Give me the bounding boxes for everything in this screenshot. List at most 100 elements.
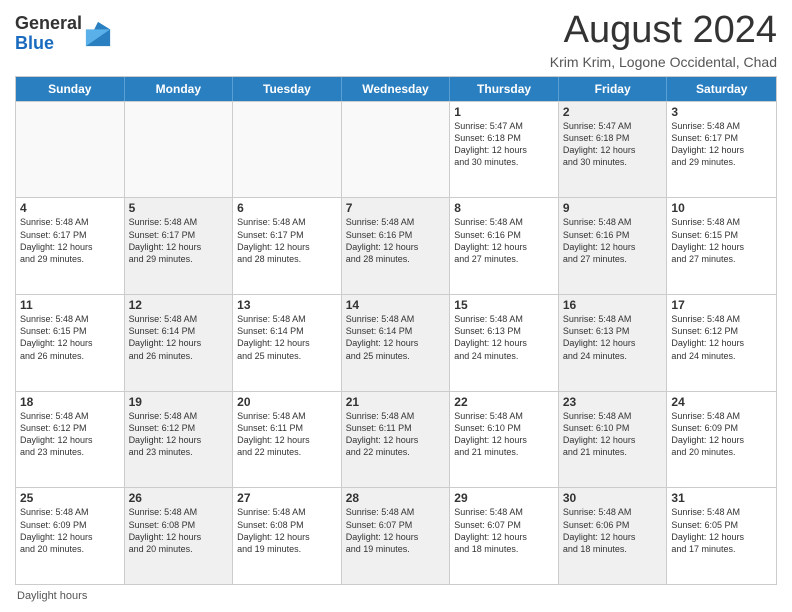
table-row: 14Sunrise: 5:48 AM Sunset: 6:14 PM Dayli… — [342, 295, 451, 391]
logo-general: General — [15, 13, 82, 33]
calendar-header: SundayMondayTuesdayWednesdayThursdayFrid… — [16, 77, 776, 101]
table-row: 23Sunrise: 5:48 AM Sunset: 6:10 PM Dayli… — [559, 392, 668, 488]
table-row: 2Sunrise: 5:47 AM Sunset: 6:18 PM Daylig… — [559, 102, 668, 198]
table-row — [342, 102, 451, 198]
footer: Daylight hours — [15, 590, 777, 602]
table-row: 19Sunrise: 5:48 AM Sunset: 6:12 PM Dayli… — [125, 392, 234, 488]
day-number: 3 — [671, 105, 772, 119]
table-row: 29Sunrise: 5:48 AM Sunset: 6:07 PM Dayli… — [450, 488, 559, 584]
location-title: Krim Krim, Logone Occidental, Chad — [550, 54, 777, 70]
day-info: Sunrise: 5:48 AM Sunset: 6:08 PM Dayligh… — [129, 506, 229, 555]
table-row: 18Sunrise: 5:48 AM Sunset: 6:12 PM Dayli… — [16, 392, 125, 488]
day-number: 17 — [671, 298, 772, 312]
calendar: SundayMondayTuesdayWednesdayThursdayFrid… — [15, 76, 777, 585]
table-row: 7Sunrise: 5:48 AM Sunset: 6:16 PM Daylig… — [342, 198, 451, 294]
table-row: 10Sunrise: 5:48 AM Sunset: 6:15 PM Dayli… — [667, 198, 776, 294]
day-number: 5 — [129, 201, 229, 215]
day-info: Sunrise: 5:48 AM Sunset: 6:12 PM Dayligh… — [20, 410, 120, 459]
table-row: 5Sunrise: 5:48 AM Sunset: 6:17 PM Daylig… — [125, 198, 234, 294]
header-day-friday: Friday — [559, 77, 668, 101]
table-row: 27Sunrise: 5:48 AM Sunset: 6:08 PM Dayli… — [233, 488, 342, 584]
logo-icon — [84, 20, 112, 48]
table-row: 21Sunrise: 5:48 AM Sunset: 6:11 PM Dayli… — [342, 392, 451, 488]
header-day-wednesday: Wednesday — [342, 77, 451, 101]
table-row — [16, 102, 125, 198]
day-number: 30 — [563, 491, 663, 505]
header-day-monday: Monday — [125, 77, 234, 101]
day-info: Sunrise: 5:48 AM Sunset: 6:05 PM Dayligh… — [671, 506, 772, 555]
day-number: 19 — [129, 395, 229, 409]
day-info: Sunrise: 5:48 AM Sunset: 6:11 PM Dayligh… — [237, 410, 337, 459]
table-row: 11Sunrise: 5:48 AM Sunset: 6:15 PM Dayli… — [16, 295, 125, 391]
day-number: 15 — [454, 298, 554, 312]
table-row: 15Sunrise: 5:48 AM Sunset: 6:13 PM Dayli… — [450, 295, 559, 391]
day-number: 10 — [671, 201, 772, 215]
day-info: Sunrise: 5:48 AM Sunset: 6:17 PM Dayligh… — [20, 216, 120, 265]
day-number: 22 — [454, 395, 554, 409]
day-number: 20 — [237, 395, 337, 409]
table-row — [125, 102, 234, 198]
table-row: 30Sunrise: 5:48 AM Sunset: 6:06 PM Dayli… — [559, 488, 668, 584]
day-number: 4 — [20, 201, 120, 215]
day-number: 14 — [346, 298, 446, 312]
table-row: 26Sunrise: 5:48 AM Sunset: 6:08 PM Dayli… — [125, 488, 234, 584]
calendar-row-0: 1Sunrise: 5:47 AM Sunset: 6:18 PM Daylig… — [16, 101, 776, 198]
day-info: Sunrise: 5:48 AM Sunset: 6:12 PM Dayligh… — [671, 313, 772, 362]
logo: General Blue — [15, 14, 112, 54]
calendar-row-1: 4Sunrise: 5:48 AM Sunset: 6:17 PM Daylig… — [16, 197, 776, 294]
day-info: Sunrise: 5:48 AM Sunset: 6:10 PM Dayligh… — [454, 410, 554, 459]
day-info: Sunrise: 5:48 AM Sunset: 6:06 PM Dayligh… — [563, 506, 663, 555]
day-info: Sunrise: 5:48 AM Sunset: 6:17 PM Dayligh… — [129, 216, 229, 265]
table-row: 22Sunrise: 5:48 AM Sunset: 6:10 PM Dayli… — [450, 392, 559, 488]
table-row: 9Sunrise: 5:48 AM Sunset: 6:16 PM Daylig… — [559, 198, 668, 294]
table-row: 3Sunrise: 5:48 AM Sunset: 6:17 PM Daylig… — [667, 102, 776, 198]
title-block: August 2024 Krim Krim, Logone Occidental… — [550, 10, 777, 70]
day-number: 18 — [20, 395, 120, 409]
header-day-saturday: Saturday — [667, 77, 776, 101]
calendar-row-2: 11Sunrise: 5:48 AM Sunset: 6:15 PM Dayli… — [16, 294, 776, 391]
logo-text: General Blue — [15, 14, 82, 54]
day-info: Sunrise: 5:48 AM Sunset: 6:07 PM Dayligh… — [454, 506, 554, 555]
header-day-tuesday: Tuesday — [233, 77, 342, 101]
table-row: 28Sunrise: 5:48 AM Sunset: 6:07 PM Dayli… — [342, 488, 451, 584]
day-info: Sunrise: 5:48 AM Sunset: 6:12 PM Dayligh… — [129, 410, 229, 459]
day-info: Sunrise: 5:48 AM Sunset: 6:17 PM Dayligh… — [237, 216, 337, 265]
day-info: Sunrise: 5:48 AM Sunset: 6:16 PM Dayligh… — [454, 216, 554, 265]
day-info: Sunrise: 5:48 AM Sunset: 6:11 PM Dayligh… — [346, 410, 446, 459]
table-row: 24Sunrise: 5:48 AM Sunset: 6:09 PM Dayli… — [667, 392, 776, 488]
day-number: 6 — [237, 201, 337, 215]
table-row: 4Sunrise: 5:48 AM Sunset: 6:17 PM Daylig… — [16, 198, 125, 294]
day-info: Sunrise: 5:48 AM Sunset: 6:08 PM Dayligh… — [237, 506, 337, 555]
day-info: Sunrise: 5:48 AM Sunset: 6:16 PM Dayligh… — [563, 216, 663, 265]
day-number: 1 — [454, 105, 554, 119]
table-row: 16Sunrise: 5:48 AM Sunset: 6:13 PM Dayli… — [559, 295, 668, 391]
day-info: Sunrise: 5:48 AM Sunset: 6:13 PM Dayligh… — [563, 313, 663, 362]
day-info: Sunrise: 5:48 AM Sunset: 6:13 PM Dayligh… — [454, 313, 554, 362]
day-number: 9 — [563, 201, 663, 215]
day-number: 27 — [237, 491, 337, 505]
day-number: 31 — [671, 491, 772, 505]
logo-blue: Blue — [15, 33, 54, 53]
table-row: 1Sunrise: 5:47 AM Sunset: 6:18 PM Daylig… — [450, 102, 559, 198]
calendar-row-3: 18Sunrise: 5:48 AM Sunset: 6:12 PM Dayli… — [16, 391, 776, 488]
day-info: Sunrise: 5:48 AM Sunset: 6:16 PM Dayligh… — [346, 216, 446, 265]
day-number: 12 — [129, 298, 229, 312]
table-row: 31Sunrise: 5:48 AM Sunset: 6:05 PM Dayli… — [667, 488, 776, 584]
day-info: Sunrise: 5:48 AM Sunset: 6:14 PM Dayligh… — [237, 313, 337, 362]
day-info: Sunrise: 5:48 AM Sunset: 6:17 PM Dayligh… — [671, 120, 772, 169]
day-number: 11 — [20, 298, 120, 312]
day-info: Sunrise: 5:48 AM Sunset: 6:07 PM Dayligh… — [346, 506, 446, 555]
calendar-row-4: 25Sunrise: 5:48 AM Sunset: 6:09 PM Dayli… — [16, 487, 776, 584]
day-number: 26 — [129, 491, 229, 505]
table-row — [233, 102, 342, 198]
day-info: Sunrise: 5:48 AM Sunset: 6:14 PM Dayligh… — [129, 313, 229, 362]
table-row: 20Sunrise: 5:48 AM Sunset: 6:11 PM Dayli… — [233, 392, 342, 488]
table-row: 12Sunrise: 5:48 AM Sunset: 6:14 PM Dayli… — [125, 295, 234, 391]
day-number: 16 — [563, 298, 663, 312]
month-title: August 2024 — [550, 10, 777, 52]
day-info: Sunrise: 5:48 AM Sunset: 6:15 PM Dayligh… — [671, 216, 772, 265]
day-info: Sunrise: 5:48 AM Sunset: 6:14 PM Dayligh… — [346, 313, 446, 362]
day-info: Sunrise: 5:47 AM Sunset: 6:18 PM Dayligh… — [454, 120, 554, 169]
day-number: 13 — [237, 298, 337, 312]
table-row: 8Sunrise: 5:48 AM Sunset: 6:16 PM Daylig… — [450, 198, 559, 294]
